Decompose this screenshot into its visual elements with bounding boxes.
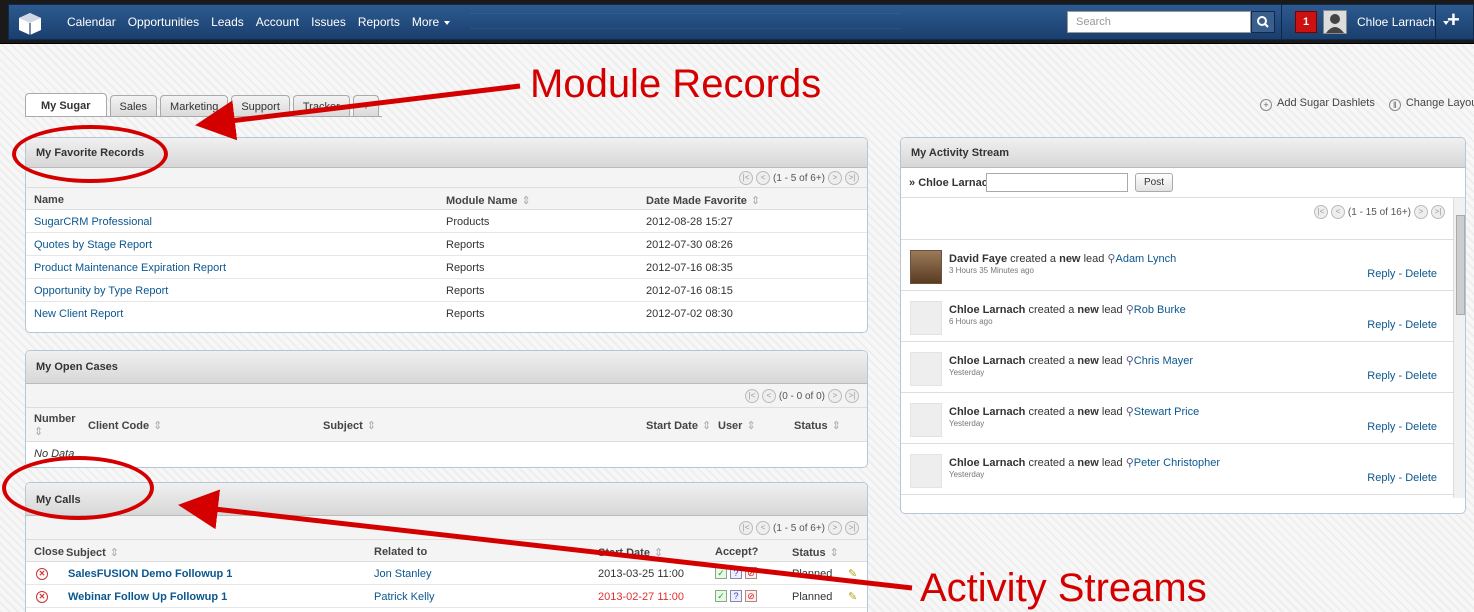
annotation-arrows [178,83,913,591]
arrow-to-calls [178,489,913,591]
arrow-to-tabs [195,83,521,141]
